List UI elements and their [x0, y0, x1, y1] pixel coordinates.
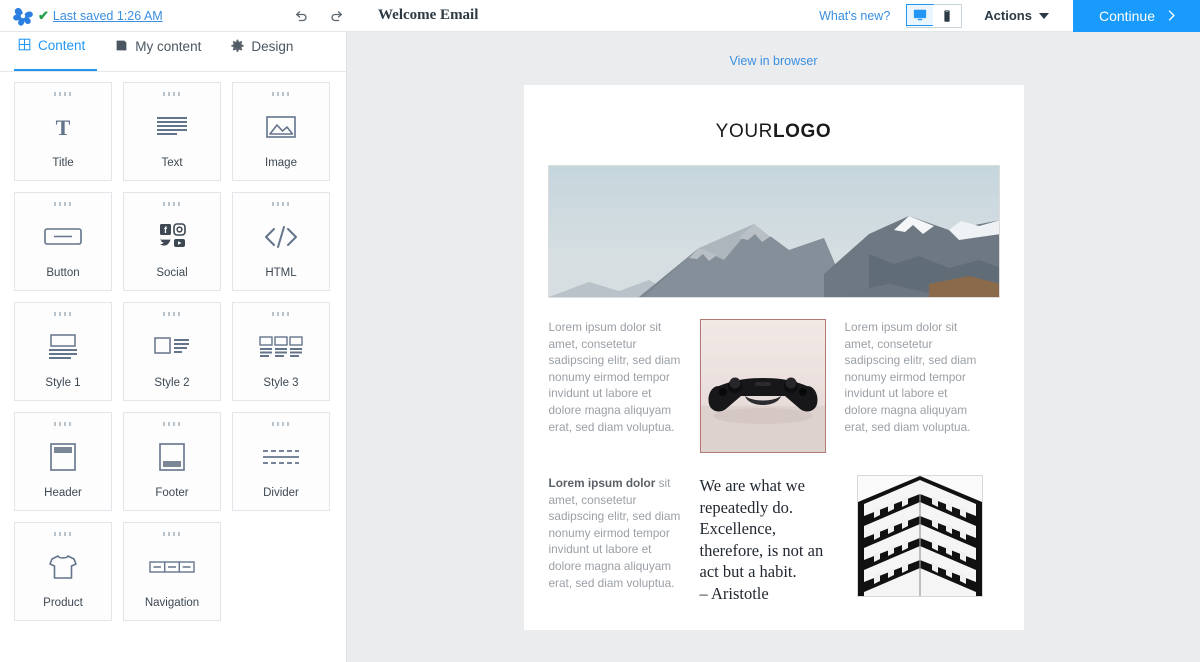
continue-button[interactable]: Continue [1072, 0, 1200, 32]
actions-dropdown[interactable]: Actions [984, 8, 1049, 23]
block-label: Style 3 [263, 377, 299, 389]
block-label: Header [44, 487, 82, 499]
column-text-left[interactable]: Lorem ipsum dolor sit amet, consetetur s… [549, 319, 681, 453]
block-card-divider[interactable]: Divider [232, 412, 330, 511]
view-in-browser-link[interactable]: View in browser [347, 32, 1200, 85]
top-bar-left: ✔ Last saved 1:26 AM [0, 0, 290, 31]
tab-content[interactable]: Content [14, 32, 98, 71]
grid-icon [18, 38, 31, 54]
tab-my-content[interactable]: My content [111, 32, 213, 71]
top-bar-center: Welcome Email [290, 0, 478, 31]
block-label: Style 1 [45, 377, 81, 389]
game-controller-image[interactable] [699, 319, 826, 453]
email-preview[interactable]: YOURLOGO Lorem ipsum dolor sit amet, con… [523, 85, 1024, 630]
style-3-icon [258, 316, 304, 377]
quote-text: We are what we repeatedly do. Excellence… [699, 476, 824, 581]
chevron-right-icon [1168, 10, 1175, 21]
code-brackets-icon [262, 206, 300, 267]
block-label: Button [46, 267, 80, 279]
top-bar-right: What's new? Actions Continue [819, 0, 1200, 32]
undo-icon[interactable] [290, 5, 312, 27]
block-card-title[interactable]: T Title [14, 82, 112, 181]
quote-block[interactable]: We are what we repeatedly do. Excellence… [700, 475, 838, 604]
navigation-bar-icon [148, 536, 196, 597]
header-block-icon [47, 426, 79, 487]
block-card-footer[interactable]: Footer [123, 412, 221, 511]
hero-mountain-image[interactable] [547, 165, 1000, 298]
column-text-right[interactable]: Lorem ipsum dolor sit amet, consetetur s… [845, 319, 977, 453]
last-saved-link[interactable]: Last saved 1:26 AM [53, 9, 163, 23]
whats-new-link[interactable]: What's new? [819, 9, 890, 23]
email-logo-light: YOUR [715, 121, 773, 142]
footer-block-icon [156, 426, 188, 487]
sidebar-panel: Content My content Design T Title Text I… [0, 32, 347, 662]
block-card-product[interactable]: Product [14, 522, 112, 621]
block-label: Title [52, 157, 74, 169]
block-card-style-2[interactable]: Style 2 [123, 302, 221, 401]
email-row-columns-2: Lorem ipsum dolor sit amet, consetetur s… [524, 453, 1024, 604]
block-card-style-1[interactable]: Style 1 [14, 302, 112, 401]
top-bar: ✔ Last saved 1:26 AM Welcome Email What'… [0, 0, 1200, 32]
pinwheel-logo-icon[interactable] [8, 1, 38, 31]
continue-label: Continue [1098, 7, 1155, 24]
tab-content-label: Content [38, 38, 86, 54]
block-card-header[interactable]: Header [14, 412, 112, 511]
building-image[interactable] [856, 475, 983, 597]
tab-design-label: Design [251, 39, 294, 55]
block-card-html[interactable]: HTML [232, 192, 330, 291]
text-lines-icon [155, 96, 189, 157]
column-text-bold-left[interactable]: Lorem ipsum dolor sit amet, consetetur s… [549, 475, 681, 604]
block-card-social[interactable]: f Social [123, 192, 221, 291]
title-T-icon: T [48, 96, 78, 157]
column-text-lead: Lorem ipsum dolor [548, 476, 656, 490]
svg-text:T: T [56, 115, 71, 140]
style-2-icon [152, 316, 192, 377]
gear-icon [231, 39, 244, 55]
main-layout: Content My content Design T Title Text I… [0, 32, 1200, 662]
content-blocks-grid: T Title Text Image Button f Social HTML … [0, 72, 346, 621]
button-icon [43, 206, 83, 267]
block-label: Navigation [144, 597, 200, 609]
block-card-style-3[interactable]: Style 3 [232, 302, 330, 401]
view-mode-toggle[interactable] [906, 3, 963, 28]
email-logo[interactable]: YOURLOGO [524, 85, 1024, 165]
block-card-navigation[interactable]: Navigation [123, 522, 221, 621]
desktop-view-button[interactable] [906, 3, 935, 26]
divider-icon [260, 426, 302, 487]
image-picture-icon [265, 96, 297, 157]
block-label: Image [265, 157, 297, 169]
email-logo-bold: LOGO [772, 121, 832, 142]
style-1-icon [46, 316, 80, 377]
block-label: HTML [265, 267, 297, 279]
sidebar-tabs: Content My content Design [0, 32, 346, 72]
email-canvas: View in browser YOURLOGO Lorem ipsum dol… [347, 32, 1200, 662]
checkmark-icon: ✔ [38, 8, 49, 23]
column-text-body: sit amet, consetetur sadipscing elitr, s… [548, 476, 681, 590]
tab-my-content-label: My content [135, 39, 202, 55]
social-networks-icon: f [154, 206, 190, 267]
block-card-text[interactable]: Text [123, 82, 221, 181]
block-label: Divider [263, 487, 299, 499]
tshirt-product-icon [47, 536, 79, 597]
block-label: Product [43, 597, 83, 609]
mobile-view-button[interactable] [933, 4, 962, 27]
chevron-down-icon [1038, 12, 1049, 19]
redo-icon[interactable] [326, 5, 348, 27]
block-card-image[interactable]: Image [232, 82, 330, 181]
save-disk-icon [115, 39, 128, 55]
actions-label: Actions [984, 8, 1032, 23]
block-label: Style 2 [154, 377, 190, 389]
tab-design[interactable]: Design [227, 32, 305, 71]
document-title[interactable]: Welcome Email [378, 7, 478, 24]
block-label: Social [156, 267, 188, 279]
block-label: Footer [155, 487, 189, 499]
block-label: Text [161, 157, 183, 169]
block-card-button[interactable]: Button [14, 192, 112, 291]
email-row-columns-1: Lorem ipsum dolor sit amet, consetetur s… [524, 319, 1024, 453]
quote-author: – Aristotle [699, 583, 769, 603]
